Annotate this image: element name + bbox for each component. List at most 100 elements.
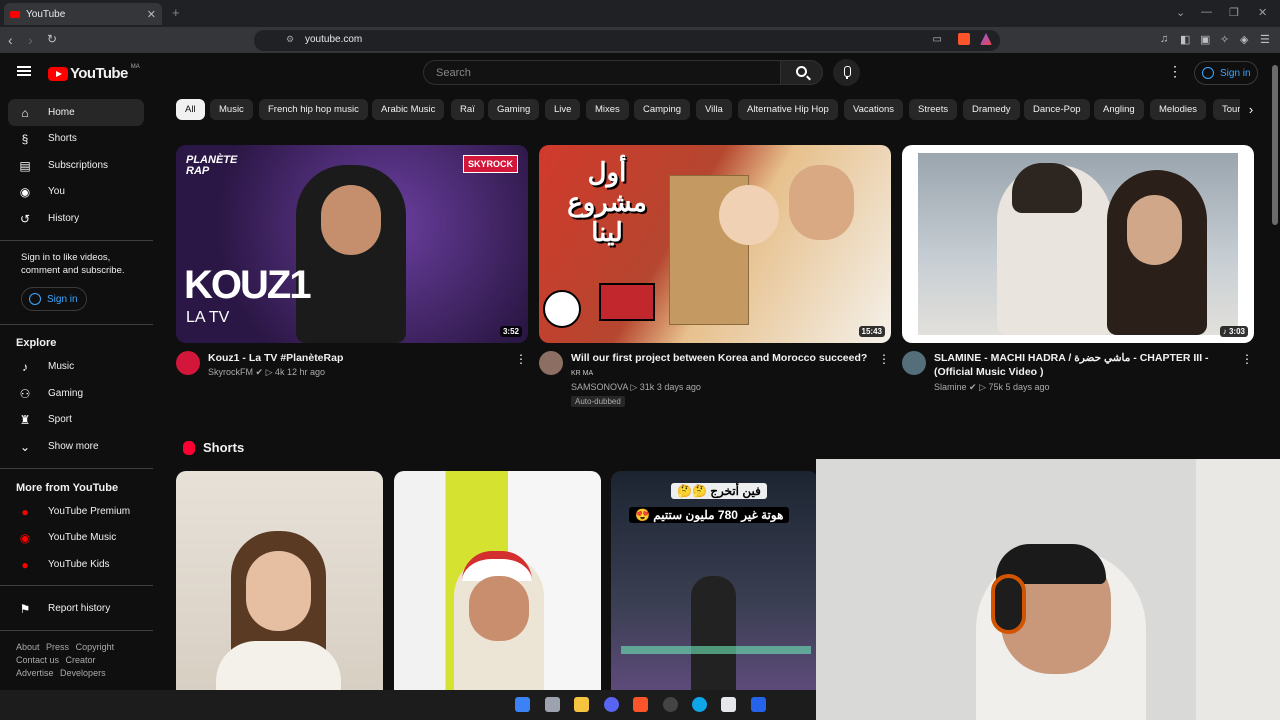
chip[interactable]: Dance-Pop <box>1024 99 1090 120</box>
video-thumbnail[interactable]: PLANÈTE RAP SKYROCK KOUZ1 LA TV 3:52 <box>176 145 528 343</box>
media-icon[interactable]: ♫ <box>1160 33 1168 45</box>
trophy-icon: ♜ <box>19 412 31 427</box>
footer-link-about[interactable]: About <box>16 642 40 652</box>
search-input[interactable] <box>424 61 754 84</box>
sidebar-item-home[interactable]: ⌂ Home <box>8 99 144 126</box>
leo-ai-icon[interactable]: ✧ <box>1220 33 1229 46</box>
chip[interactable]: Villa <box>696 99 732 120</box>
vpn-icon[interactable]: ◈ <box>1240 33 1248 46</box>
video-thumbnail[interactable]: أول مشروع لينا 15:43 <box>539 145 891 343</box>
store-icon[interactable] <box>721 697 736 712</box>
short-thumbnail[interactable]: فين أتخرج 🤔🤔 هوتة غير 780 مليون ستتيم 😍 <box>611 471 818 690</box>
youtube-logo[interactable]: YouTube MA <box>48 64 140 82</box>
cast-icon[interactable]: ▭ <box>933 34 942 45</box>
footer-link-press[interactable]: Press <box>46 642 69 652</box>
back-icon[interactable]: ‹ <box>8 32 13 48</box>
guide-menu-icon[interactable] <box>17 66 31 76</box>
sidebar-signin-button[interactable]: Sign in <box>21 287 87 311</box>
chip[interactable]: Live <box>545 99 581 120</box>
explore-heading: Explore <box>16 337 57 349</box>
brave-browser-icon[interactable] <box>633 697 648 712</box>
sidebar-item-youtube-kids[interactable]: ● YouTube Kids <box>8 551 144 578</box>
video-title[interactable]: Kouz1 - La TV #PlanèteRap <box>208 351 508 365</box>
short-thumbnail[interactable] <box>394 471 601 690</box>
sidebar-item-history[interactable]: ↺ History <box>8 205 144 232</box>
chip[interactable]: Camping <box>634 99 691 120</box>
footer-link-copyright[interactable]: Copyright <box>76 642 115 652</box>
channel-name[interactable]: Slamine <box>934 382 967 392</box>
sidebar-item-music[interactable]: ♪ Music <box>8 353 144 380</box>
chips-next-icon[interactable]: › <box>1240 99 1262 120</box>
wallet-icon[interactable]: ▣ <box>1200 33 1210 46</box>
discord-icon[interactable] <box>604 697 619 712</box>
video-menu-icon[interactable]: ⋮ <box>1241 352 1253 366</box>
close-window-icon[interactable]: ✕ <box>1258 6 1267 19</box>
close-tab-icon[interactable]: ✕ <box>147 8 156 21</box>
chip[interactable]: Music <box>210 99 253 120</box>
video-menu-icon[interactable]: ⋮ <box>515 352 527 366</box>
sidebar-item-you[interactable]: ◉ You <box>8 178 144 205</box>
chip-all[interactable]: All <box>176 99 205 120</box>
video-menu-icon[interactable]: ⋮ <box>878 352 890 366</box>
chip[interactable]: Dramedy <box>963 99 1020 120</box>
duration-text: 3:03 <box>1228 327 1245 336</box>
sidebar-item-subscriptions[interactable]: ▤ Subscriptions <box>8 152 144 179</box>
chip[interactable]: Angling <box>1094 99 1144 120</box>
video-thumbnail[interactable]: ♪ 3:03 <box>902 145 1254 343</box>
chip[interactable]: Mixes <box>586 99 629 120</box>
footer-link-creator[interactable]: Creator <box>66 655 96 665</box>
thumbnail-face <box>246 551 311 631</box>
edge-icon[interactable] <box>692 697 707 712</box>
sidebar-item-show-more[interactable]: ⌄ Show more <box>8 433 144 460</box>
mail-icon[interactable] <box>751 697 766 712</box>
video-title[interactable]: SLAMINE - MACHI HADRA / ماشي حضرة - CHAP… <box>934 351 1234 379</box>
settings-more-icon[interactable]: ⋮ <box>1168 63 1182 80</box>
channel-avatar[interactable] <box>902 351 926 375</box>
video-title[interactable]: Will our first project between Korea and… <box>571 351 871 381</box>
voice-search-button[interactable] <box>833 59 860 86</box>
upload-age: 5 days ago <box>1005 382 1050 392</box>
task-view-icon[interactable] <box>545 697 560 712</box>
channel-name[interactable]: SkyrockFM <box>208 367 253 377</box>
channel-avatar[interactable] <box>176 351 200 375</box>
footer-link-advertise[interactable]: Advertise <box>16 668 54 678</box>
channel-avatar[interactable] <box>539 351 563 375</box>
tab-search-icon[interactable]: ⌄ <box>1176 6 1185 19</box>
obs-icon[interactable] <box>663 697 678 712</box>
sidebar-item-youtube-music[interactable]: ◉ YouTube Music <box>8 524 144 551</box>
short-thumbnail[interactable] <box>176 471 383 690</box>
sidebar-item-shorts[interactable]: § Shorts <box>8 125 144 152</box>
new-tab-button[interactable]: + <box>172 5 180 20</box>
chip[interactable]: French hip hop music <box>259 99 368 120</box>
channel-name[interactable]: SAMSONOVA <box>571 382 628 392</box>
chip[interactable]: Arabic Music <box>372 99 445 120</box>
search-button[interactable] <box>780 60 823 85</box>
browser-tab[interactable]: YouTube ✕ <box>4 3 162 25</box>
brave-shield-icon[interactable] <box>958 33 970 45</box>
chip[interactable]: Gaming <box>488 99 540 120</box>
forward-icon[interactable]: › <box>28 32 33 48</box>
start-menu-icon[interactable] <box>515 697 530 712</box>
chip[interactable]: Vacations <box>844 99 904 120</box>
sidebar-item-report-history[interactable]: ⚑ Report history <box>8 595 144 622</box>
chip[interactable]: Streets <box>909 99 958 120</box>
sidebar-item-youtube-premium[interactable]: ● YouTube Premium <box>8 498 144 525</box>
sidebar-item-sport[interactable]: ♜ Sport <box>8 406 144 433</box>
chip[interactable]: Alternative Hip Hop <box>738 99 838 120</box>
url-field[interactable]: ⚙ youtube.com ▭ <box>254 30 1000 51</box>
maximize-icon[interactable]: ❐ <box>1229 6 1239 19</box>
file-explorer-icon[interactable] <box>574 697 589 712</box>
site-info-icon[interactable]: ⚙ <box>286 34 294 45</box>
reload-icon[interactable]: ↻ <box>47 32 57 46</box>
header-signin-button[interactable]: Sign in <box>1194 61 1258 85</box>
minimize-icon[interactable]: — <box>1201 6 1212 18</box>
chip[interactable]: Raï <box>451 99 484 120</box>
page-scrollbar[interactable] <box>1270 53 1280 459</box>
scrollbar-thumb[interactable] <box>1272 65 1278 225</box>
chip[interactable]: Melodies <box>1150 99 1207 120</box>
footer-link-developers[interactable]: Developers <box>60 668 106 678</box>
footer-link-contact[interactable]: Contact us <box>16 655 59 665</box>
sidebar-toggle-icon[interactable]: ◧ <box>1180 33 1190 46</box>
sidebar-item-gaming[interactable]: ⚇ Gaming <box>8 380 144 407</box>
menu-icon[interactable]: ☰ <box>1260 33 1270 46</box>
